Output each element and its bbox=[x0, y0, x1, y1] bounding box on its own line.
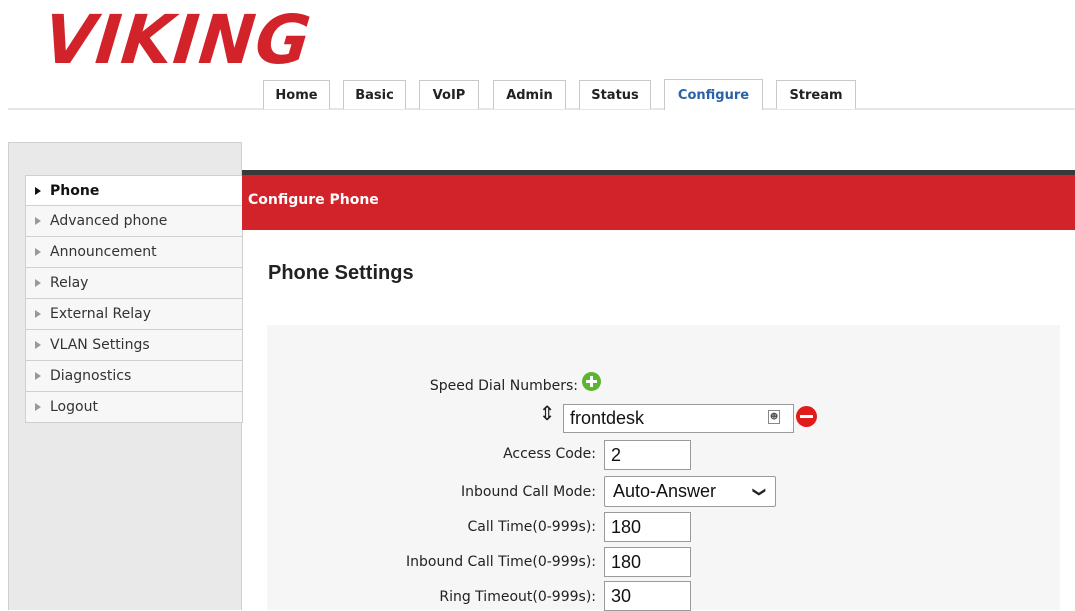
access-code-label: Access Code: bbox=[503, 446, 596, 462]
sidebar-item-relay[interactable]: Relay bbox=[25, 268, 243, 299]
tab-admin[interactable]: Admin bbox=[493, 80, 566, 109]
drag-handle-icon[interactable]: ⇕ bbox=[536, 401, 558, 425]
sidebar-item-external-relay[interactable]: External Relay bbox=[25, 299, 243, 330]
speed-dial-label: Speed Dial Numbers: bbox=[429, 378, 578, 394]
inbound-call-time-input[interactable] bbox=[604, 547, 691, 577]
sidebar: Phone Advanced phone Announcement Relay … bbox=[8, 142, 243, 610]
ring-timeout-input[interactable] bbox=[604, 581, 691, 611]
tab-basic[interactable]: Basic bbox=[343, 80, 406, 109]
sidebar-item-phone[interactable]: Phone bbox=[25, 175, 243, 206]
contact-card-icon[interactable]: ☻ bbox=[768, 410, 780, 424]
sidebar-item-diagnostics[interactable]: Diagnostics bbox=[25, 361, 243, 392]
triangle-right-icon bbox=[35, 403, 41, 411]
page-header-bar: Configure Phone bbox=[242, 170, 1075, 230]
triangle-right-icon bbox=[35, 372, 41, 380]
plus-circle-icon[interactable] bbox=[582, 372, 601, 391]
triangle-right-icon bbox=[35, 341, 41, 349]
tab-configure[interactable]: Configure bbox=[664, 79, 763, 110]
inbound-call-time-label: Inbound Call Time(0-999s): bbox=[406, 554, 596, 570]
inbound-call-mode-value: Auto-Answer bbox=[613, 481, 717, 501]
sidebar-item-label: Diagnostics bbox=[50, 368, 132, 384]
sidebar-item-label: Relay bbox=[50, 275, 89, 291]
chevron-down-icon: ❯ bbox=[752, 486, 768, 498]
sidebar-item-label: External Relay bbox=[50, 306, 152, 322]
sidebar-item-label: Logout bbox=[50, 399, 98, 415]
page-header-title: Configure Phone bbox=[248, 192, 379, 208]
call-time-label: Call Time(0-999s): bbox=[467, 519, 596, 535]
tab-stream[interactable]: Stream bbox=[776, 80, 856, 109]
section-title: Phone Settings bbox=[268, 262, 414, 284]
triangle-right-icon bbox=[35, 310, 41, 318]
sidebar-menu: Phone Advanced phone Announcement Relay … bbox=[25, 175, 243, 423]
tab-voip[interactable]: VoIP bbox=[419, 80, 479, 109]
minus-circle-icon[interactable] bbox=[796, 406, 817, 427]
tab-home[interactable]: Home bbox=[263, 80, 330, 109]
speed-dial-input[interactable] bbox=[563, 404, 794, 433]
sidebar-item-label: VLAN Settings bbox=[50, 337, 150, 353]
tab-status[interactable]: Status bbox=[579, 80, 651, 109]
viking-logo: VIKING bbox=[40, 0, 316, 80]
inbound-call-mode-label: Inbound Call Mode: bbox=[461, 484, 596, 500]
access-code-input[interactable] bbox=[604, 440, 691, 470]
triangle-right-icon bbox=[35, 217, 41, 225]
triangle-right-icon bbox=[35, 248, 41, 256]
sidebar-item-logout[interactable]: Logout bbox=[25, 392, 243, 423]
inbound-call-mode-select[interactable]: Auto-Answer ❯ bbox=[604, 476, 776, 507]
triangle-right-icon bbox=[35, 279, 41, 287]
sidebar-item-announcement[interactable]: Announcement bbox=[25, 237, 243, 268]
sidebar-item-label: Announcement bbox=[50, 244, 157, 260]
sidebar-item-label: Phone bbox=[50, 182, 100, 199]
sidebar-item-label: Advanced phone bbox=[50, 213, 168, 229]
triangle-right-icon bbox=[35, 186, 41, 195]
call-time-input[interactable] bbox=[604, 512, 691, 542]
sidebar-item-advanced-phone[interactable]: Advanced phone bbox=[25, 206, 243, 237]
sidebar-item-vlan-settings[interactable]: VLAN Settings bbox=[25, 330, 243, 361]
ring-timeout-label: Ring Timeout(0-999s): bbox=[439, 589, 596, 605]
